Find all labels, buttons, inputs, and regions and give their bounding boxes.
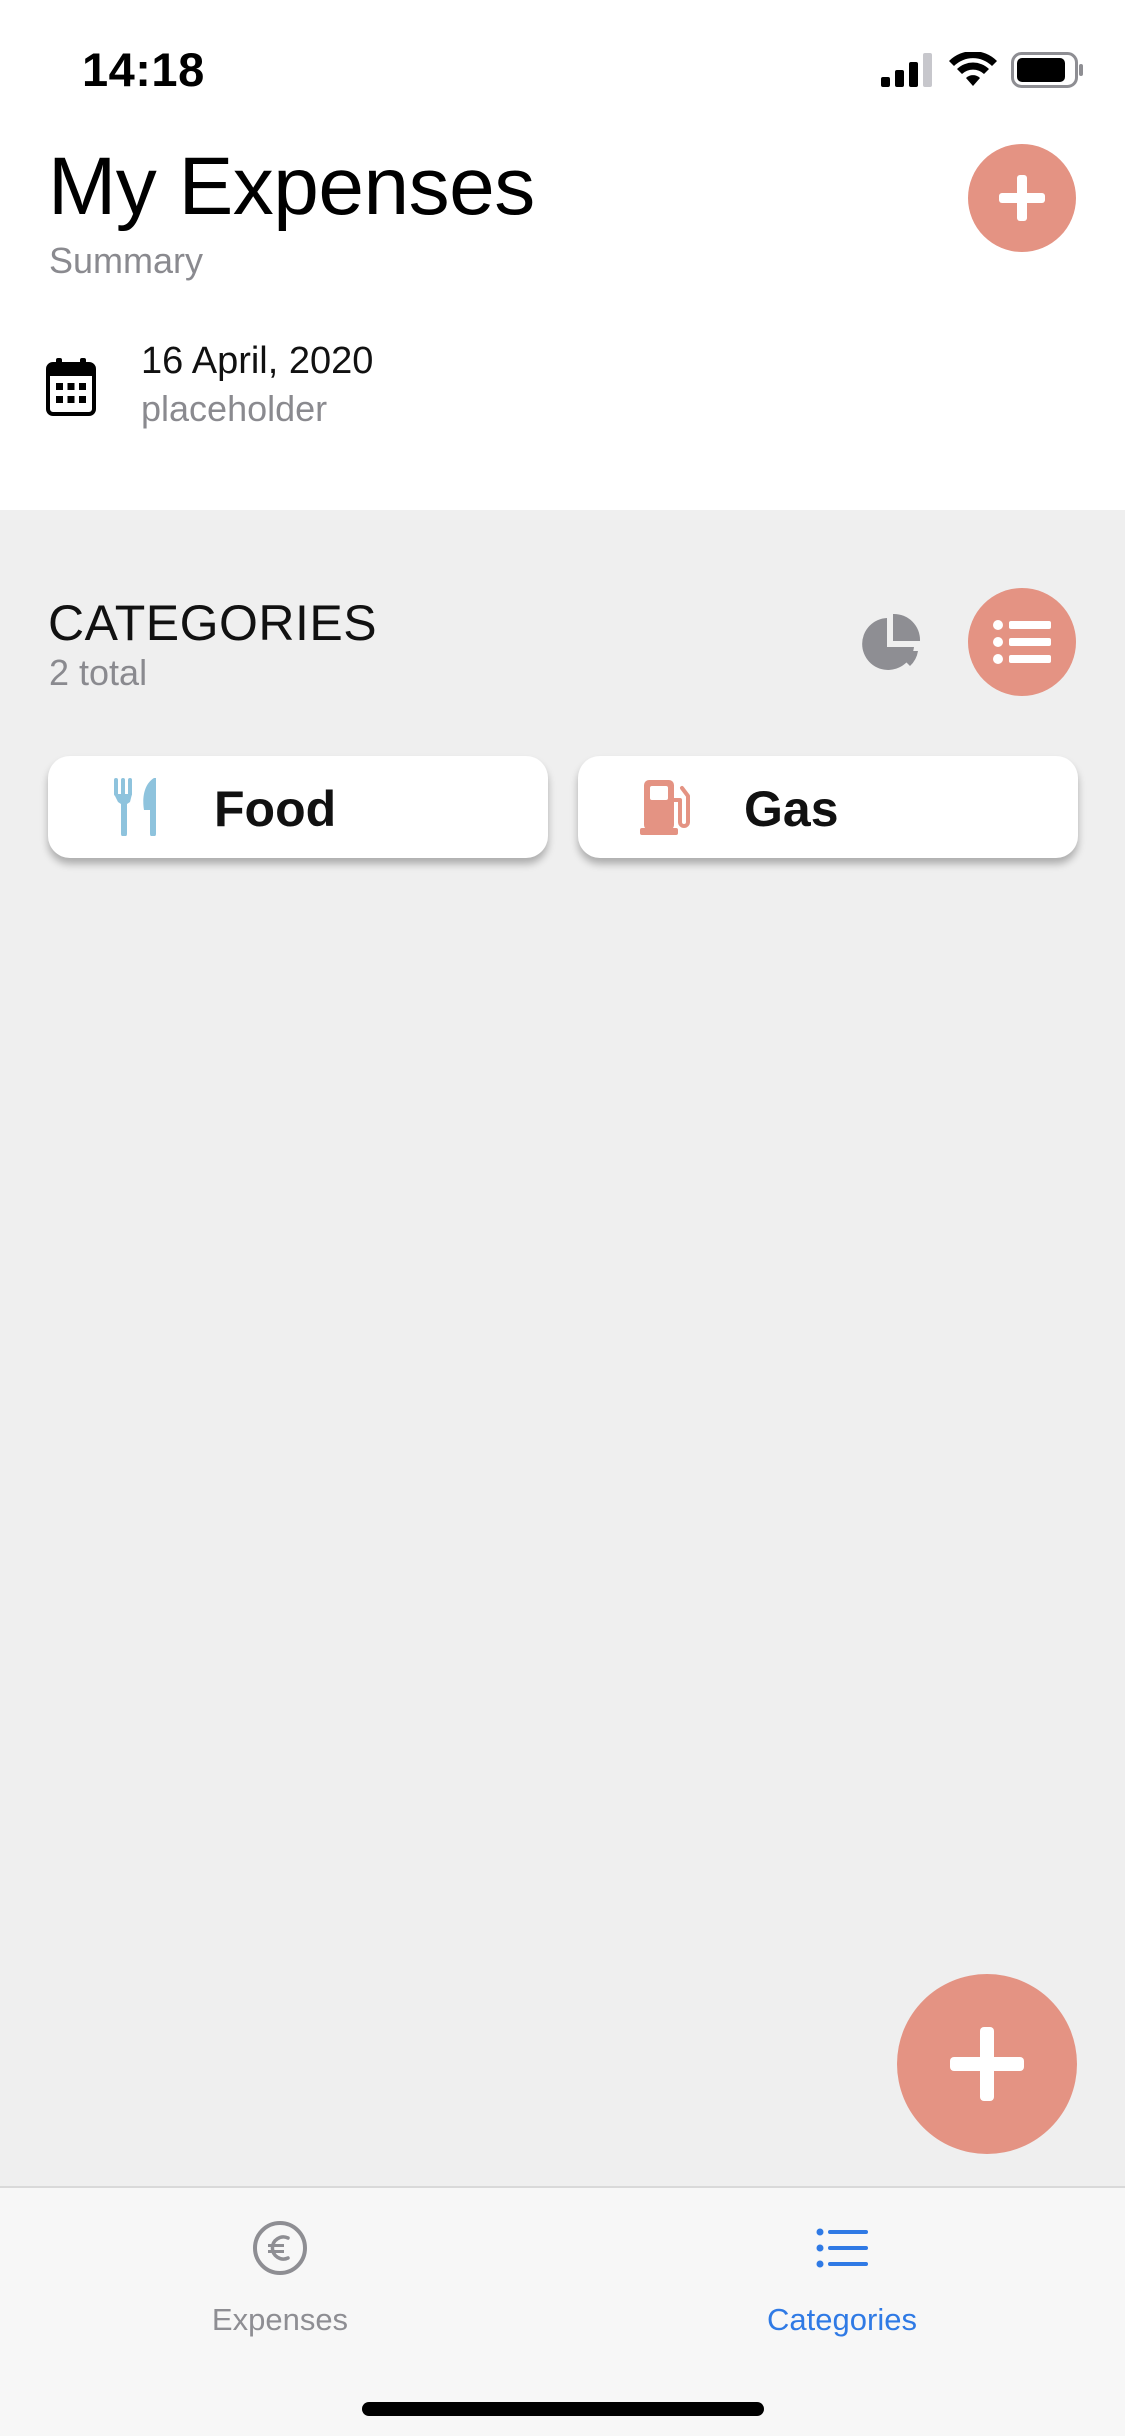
category-card-food[interactable]: Food — [48, 756, 548, 858]
euro-icon — [253, 2221, 307, 2275]
page-subtitle: Summary — [49, 240, 204, 281]
tab-expenses[interactable]: Expenses — [0, 2188, 560, 2358]
home-indicator — [362, 2402, 764, 2416]
wifi-icon — [949, 52, 997, 86]
date-placeholder: placeholder — [141, 388, 328, 429]
gas-pump-icon — [640, 780, 690, 835]
pie-chart-icon[interactable] — [858, 610, 924, 676]
status-time: 14:18 — [82, 43, 205, 96]
list-icon — [816, 2228, 868, 2268]
app-screen: 14:18 My Expenses Summary 16 April, 2020… — [0, 0, 1125, 2436]
tab-categories[interactable]: Categories — [562, 2188, 1122, 2358]
signal-icon — [881, 53, 932, 87]
status-bar: 14:18 — [0, 0, 1125, 140]
category-label: Food — [214, 781, 337, 837]
status-icons — [881, 50, 1085, 90]
date-row[interactable]: 16 April, 2020 placeholder — [0, 340, 1125, 440]
section-title: CATEGORIES — [48, 595, 378, 651]
date-value: 16 April, 2020 — [141, 340, 374, 382]
category-card-gas[interactable]: Gas — [578, 756, 1078, 858]
list-view-button[interactable] — [968, 588, 1076, 696]
tab-label: Categories — [767, 2302, 917, 2337]
category-cards: Food Gas — [48, 756, 1078, 860]
category-label: Gas — [744, 781, 839, 837]
tab-bar: Expenses Categories — [0, 2186, 1125, 2436]
floating-add-button[interactable] — [897, 1974, 1077, 2154]
category-count: 2 total — [49, 652, 148, 693]
tab-label: Expenses — [211, 2302, 349, 2337]
plus-icon — [950, 2027, 1024, 2101]
battery-icon — [1011, 52, 1083, 88]
plus-icon — [999, 175, 1045, 221]
calendar-icon — [46, 358, 96, 416]
page-title: My Expenses — [48, 141, 535, 232]
list-icon — [993, 620, 1051, 664]
fork-knife-icon — [114, 778, 156, 836]
header: My Expenses Summary 16 April, 2020 place… — [0, 140, 1125, 510]
content-area: CATEGORIES 2 total Food Gas — [0, 510, 1125, 2186]
add-expense-button[interactable] — [968, 144, 1076, 252]
